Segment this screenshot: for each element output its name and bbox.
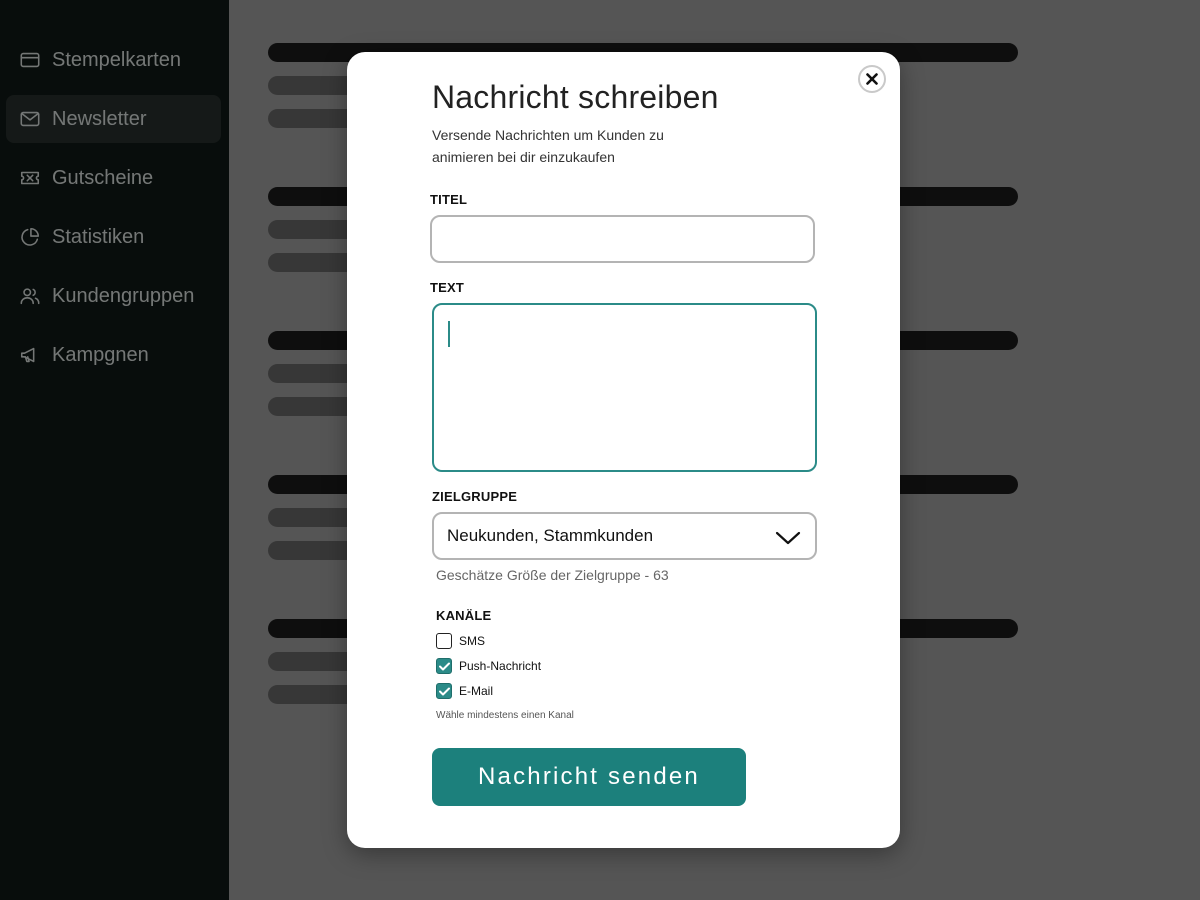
zielgruppe-selected-value: Neukunden, Stammkunden (447, 526, 654, 545)
sms-checkbox[interactable] (436, 633, 452, 649)
push-checkbox[interactable] (436, 658, 452, 674)
zielgruppe-select[interactable]: Neukunden, Stammkunden (432, 512, 817, 560)
text-cursor (448, 321, 450, 347)
compose-message-dialog: Nachricht schreiben Versende Nachrichten… (347, 52, 900, 848)
text-label: TEXT (430, 280, 465, 295)
check-icon (438, 662, 450, 670)
channel-push[interactable]: Push-Nachricht (436, 658, 541, 674)
dialog-title: Nachricht schreiben (432, 79, 719, 115)
check-icon (438, 687, 450, 695)
dialog-subtitle: Versende Nachrichten um Kunden zu animie… (432, 127, 664, 165)
text-textarea[interactable] (432, 303, 817, 472)
send-message-button[interactable]: Nachricht senden (432, 748, 746, 806)
channel-sms[interactable]: SMS (436, 633, 485, 649)
chevron-down-icon (775, 530, 801, 546)
channel-email[interactable]: E-Mail (436, 683, 493, 699)
channel-label: SMS (459, 634, 486, 648)
titel-label: TITEL (430, 192, 468, 207)
kanaele-label: KANÄLE (436, 608, 492, 623)
zielgruppe-estimate: Geschätze Größe der Zielgruppe - 63 (436, 567, 669, 583)
zielgruppe-label: ZIELGRUPPE (432, 489, 518, 504)
channel-label: Push-Nachricht (459, 659, 542, 673)
close-icon (866, 73, 878, 85)
channel-label: E-Mail (459, 684, 494, 698)
email-checkbox[interactable] (436, 683, 452, 699)
close-button[interactable] (858, 65, 886, 93)
titel-input[interactable] (430, 215, 815, 263)
channel-hint: Wähle mindestens einen Kanal (436, 710, 574, 721)
